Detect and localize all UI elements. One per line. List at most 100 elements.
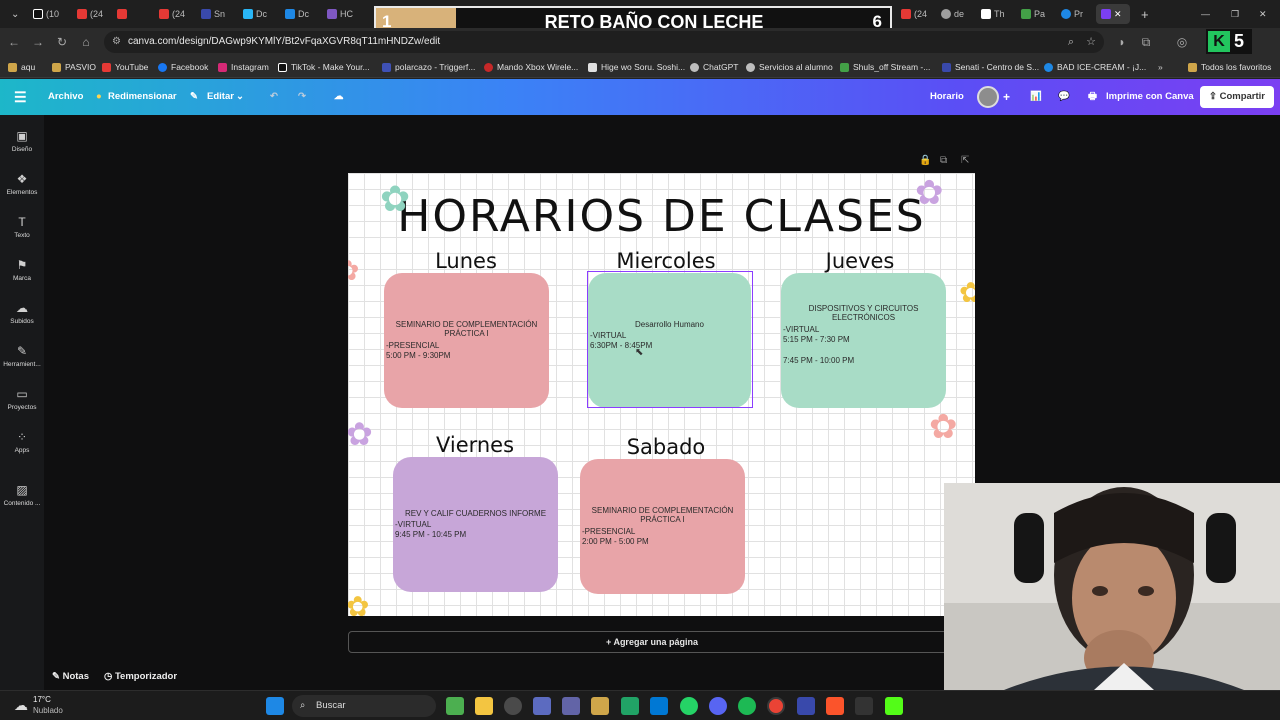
comment-icon[interactable]: 💬 bbox=[1058, 79, 1070, 115]
bookmark-item[interactable]: Facebook bbox=[158, 56, 208, 78]
bookmark-item[interactable]: aqu bbox=[8, 56, 35, 78]
rail-item-tools[interactable]: ✎ Herramient... bbox=[0, 342, 44, 382]
epic-games-icon[interactable] bbox=[855, 697, 873, 715]
browser-tab[interactable]: de bbox=[936, 4, 968, 24]
timer-button[interactable]: ◷ Temporizador bbox=[104, 666, 177, 688]
site-info-icon[interactable]: ⚙ bbox=[112, 31, 121, 53]
bookmark-item[interactable]: BAD ICE-CREAM - ¡J... bbox=[1044, 56, 1146, 78]
maximize-button[interactable]: ❐ bbox=[1226, 4, 1242, 24]
add-page-icon[interactable]: ⇱ bbox=[961, 155, 969, 166]
day-heading-miercoles[interactable]: Miercoles bbox=[602, 249, 730, 273]
undo-icon[interactable]: ↶ bbox=[270, 79, 278, 115]
rail-item-apps[interactable]: ⁘ Apps bbox=[0, 428, 44, 468]
rail-item-elements[interactable]: ❖ Elementos bbox=[0, 170, 44, 210]
bookmark-item[interactable]: Senati - Centro de S... bbox=[942, 56, 1039, 78]
rail-item-projects[interactable]: ▭ Proyectos bbox=[0, 385, 44, 425]
browser-tab[interactable] bbox=[112, 4, 144, 24]
weather-icon[interactable]: ☁ bbox=[10, 694, 32, 716]
day-heading-sabado[interactable]: Sabado bbox=[614, 435, 718, 459]
browser-tab[interactable]: Dc bbox=[238, 4, 270, 24]
rail-item-content[interactable]: ▨ Contenido ... bbox=[0, 481, 44, 521]
browser-tab-active[interactable]: ✕ bbox=[1096, 4, 1130, 24]
new-tab-button[interactable]: + bbox=[1136, 4, 1152, 24]
bookmark-item[interactable]: Hige wo Soru. Soshi... bbox=[588, 56, 685, 78]
browser-tab[interactable]: (24 bbox=[72, 4, 104, 24]
browser-tab[interactable]: (24 bbox=[896, 4, 928, 24]
bookmark-star-icon[interactable]: ☆ bbox=[1086, 31, 1096, 53]
brave-icon[interactable] bbox=[826, 697, 844, 715]
add-page-button[interactable]: + Agregar una página bbox=[348, 631, 956, 653]
close-icon[interactable]: ✕ bbox=[1114, 9, 1122, 20]
rail-item-uploads[interactable]: ☁ Subidos bbox=[0, 299, 44, 339]
window-close-button[interactable]: ✕ bbox=[1254, 4, 1270, 24]
browser-tab[interactable]: HC bbox=[322, 4, 354, 24]
rail-item-text[interactable]: T Texto bbox=[0, 213, 44, 253]
reload-icon[interactable]: ↻ bbox=[54, 34, 70, 50]
extension-icon[interactable]: ◗ bbox=[1114, 34, 1130, 50]
file-menu[interactable]: Archivo bbox=[48, 79, 83, 115]
schedule-card-jueves[interactable]: DISPOSITIVOS Y CIRCUITOS ELECTRÓNICOS -V… bbox=[781, 273, 946, 408]
menu-icon[interactable]: ☰ bbox=[14, 79, 27, 115]
excel-icon[interactable] bbox=[621, 697, 639, 715]
bookmark-item[interactable]: Servicios al alumno bbox=[746, 56, 833, 78]
tab-search-button[interactable]: ⌄ bbox=[6, 4, 24, 24]
bookmark-item[interactable]: polarcazo - Triggerf... bbox=[382, 56, 475, 78]
cloud-save-icon[interactable]: ☁ bbox=[334, 79, 344, 115]
rail-item-design[interactable]: ▣ Diseño bbox=[0, 127, 44, 167]
browser-tab[interactable]: (24 bbox=[154, 4, 186, 24]
browser-tab[interactable]: Th bbox=[976, 4, 1008, 24]
avatar[interactable] bbox=[977, 86, 999, 108]
app-icon[interactable] bbox=[504, 697, 522, 715]
resize-button[interactable]: Redimensionar bbox=[108, 79, 177, 115]
day-heading-lunes[interactable]: Lunes bbox=[416, 249, 516, 273]
day-heading-jueves[interactable]: Jueves bbox=[810, 249, 910, 273]
add-collaborator-icon[interactable]: + bbox=[1003, 79, 1010, 115]
app-icon[interactable] bbox=[797, 697, 815, 715]
omnibox[interactable]: ⚙ canva.com/design/DAGwp9KYMlY/Bt2vFqaXG… bbox=[104, 31, 1104, 53]
browser-tab[interactable]: Pa bbox=[1016, 4, 1048, 24]
print-with-canva-button[interactable]: Imprime con Canva bbox=[1106, 79, 1194, 115]
minecraft-icon[interactable] bbox=[446, 697, 464, 715]
schedule-card-sabado[interactable]: SEMINARIO DE COMPLEMENTACIÓN PRÁCTICA I … bbox=[580, 459, 745, 594]
bookmark-item[interactable]: Instagram bbox=[218, 56, 269, 78]
bookmarks-overflow-icon[interactable]: » bbox=[1158, 56, 1163, 78]
bookmark-item[interactable]: PASVIO bbox=[52, 56, 96, 78]
lock-icon[interactable]: 🔒 bbox=[919, 155, 931, 166]
teams-icon[interactable] bbox=[562, 697, 580, 715]
browser-tab[interactable]: Pr bbox=[1056, 4, 1088, 24]
insights-icon[interactable]: 📊 bbox=[1030, 79, 1042, 115]
duplicate-icon[interactable]: ⧉ bbox=[940, 155, 947, 166]
all-bookmarks[interactable]: Todos los favoritos bbox=[1188, 56, 1271, 78]
extensions-puzzle-icon[interactable]: ⧉ bbox=[1138, 34, 1154, 50]
file-explorer-icon[interactable] bbox=[475, 697, 493, 715]
bookmark-item[interactable]: Shuls_off Stream -... bbox=[840, 56, 930, 78]
bookmark-item[interactable]: ChatGPT bbox=[690, 56, 738, 78]
rail-item-brand[interactable]: ⚑ Marca bbox=[0, 256, 44, 296]
schedule-card-lunes[interactable]: SEMINARIO DE COMPLEMENTACIÓN PRÁCTICA I … bbox=[384, 273, 549, 408]
browser-tab[interactable]: Dc bbox=[280, 4, 312, 24]
schedule-card-viernes[interactable]: REV Y CALIF CUADERNOS INFORME -VIRTUAL 9… bbox=[393, 457, 558, 592]
home-icon[interactable]: ⌂ bbox=[78, 34, 94, 50]
chevron-down-icon[interactable]: ⌄ bbox=[236, 79, 244, 115]
profile-icon[interactable]: ◎ bbox=[1174, 34, 1190, 50]
taskbar-search[interactable]: ⌕ Buscar bbox=[292, 695, 436, 717]
back-icon[interactable]: ← bbox=[6, 34, 22, 50]
chrome-icon[interactable] bbox=[767, 697, 785, 715]
kick-icon[interactable] bbox=[885, 697, 903, 715]
browser-tab[interactable]: Sn bbox=[196, 4, 228, 24]
edit-menu[interactable]: Editar bbox=[207, 79, 234, 115]
bookmark-item[interactable]: TikTok - Make Your... bbox=[278, 56, 370, 78]
store-icon[interactable] bbox=[533, 697, 551, 715]
whatsapp-icon[interactable] bbox=[680, 697, 698, 715]
zoom-icon[interactable]: ⌕ bbox=[1068, 31, 1074, 53]
forward-icon[interactable]: → bbox=[30, 34, 46, 50]
bookmark-item[interactable]: YouTube bbox=[102, 56, 148, 78]
bookmark-item[interactable]: Mando Xbox Wirele... bbox=[484, 56, 578, 78]
notes-button[interactable]: ✎ Notas bbox=[52, 666, 89, 688]
redo-icon[interactable]: ↷ bbox=[298, 79, 306, 115]
page-title[interactable]: HORARIOS DE CLASES bbox=[348, 191, 975, 242]
windows-start-icon[interactable] bbox=[266, 697, 284, 715]
day-heading-viernes[interactable]: Viernes bbox=[420, 433, 530, 457]
app-icon[interactable] bbox=[591, 697, 609, 715]
document-title[interactable]: Horario bbox=[930, 79, 964, 115]
